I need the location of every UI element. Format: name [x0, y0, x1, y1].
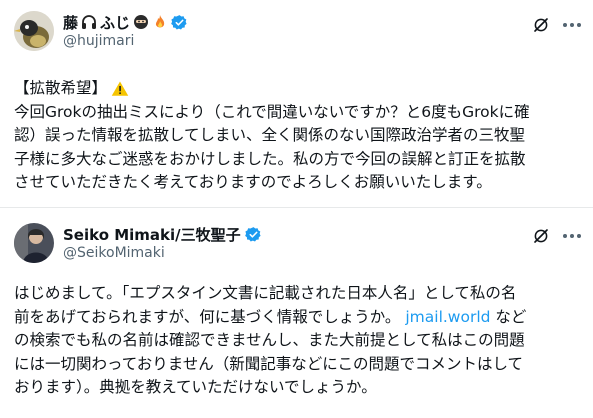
verified-badge-icon: [171, 14, 187, 30]
headphones-icon: [82, 15, 97, 29]
post1-handle[interactable]: @hujimari: [63, 33, 134, 49]
bird-avatar-icon: [14, 11, 54, 51]
ninja-icon: [134, 15, 149, 29]
more-options-icon[interactable]: [561, 226, 583, 246]
display-name[interactable]: 藤: [63, 12, 78, 33]
post2-handle[interactable]: @SeikoMimaki: [63, 245, 165, 261]
post2-line-4: おります）。典拠を教えていただけないでしょうか。: [14, 378, 377, 396]
avatar-hujimari[interactable]: [14, 11, 54, 51]
post2-line-1-text: 前をあげておられますが、何に基づく情報でしょうか。: [14, 307, 401, 326]
post1-text: 【拡散希望】 今回Grokの抽出ミスにより（これで間違いないですか？と6度もGr…: [14, 77, 530, 195]
display-name-suffix: ふじ: [100, 13, 131, 32]
post1-line-2: 認）誤った情報を拡散してしまい、全く関係のない国際政治学者の三牧聖: [14, 126, 526, 144]
post2-line-3: には一切関わっておりません（新聞記事などにこの問題でコメントはして: [14, 354, 524, 373]
verified-badge-icon: [244, 226, 261, 242]
fire-icon: [155, 15, 165, 28]
grok-icon[interactable]: [531, 15, 551, 35]
warning-icon: [111, 81, 129, 96]
post1-name-row: 藤 ふじ: [63, 12, 188, 32]
post2-line-1: 前をあげておられますが、何に基づく情報でしょうか。 jmail.world など: [14, 306, 526, 330]
post2-name-row: Seiko Mimaki/三牧聖子: [63, 224, 262, 244]
person-avatar-icon: [14, 223, 54, 263]
post2-line-0: はじめまして。「エプスタイン文書に記載された日本人名」として私の名: [14, 284, 517, 302]
divider: [0, 207, 593, 208]
more-options-icon[interactable]: [561, 15, 583, 35]
grok-icon[interactable]: [531, 226, 551, 246]
display-name[interactable]: Seiko Mimaki/三牧聖子: [63, 224, 241, 245]
post2-line-1-tail: など: [495, 307, 527, 326]
avatar-seikomimaki[interactable]: [14, 223, 54, 263]
post2-text: はじめまして。「エプスタイン文書に記載された日本人名」として私の名 前をあげてお…: [14, 282, 526, 400]
post1-line-4: させていただきたく考えておりますのでよろしくお願いいたします。: [14, 173, 492, 191]
post1-line-3: 子様に多大なご迷惑をおかけしました。私の方で今回の誤解と訂正を拡散: [14, 149, 526, 168]
post1-line-0: 【拡散希望】: [14, 79, 108, 97]
post1-line-1: 今回Grokの抽出ミスにより（これで間違いないですか？と6度もGrokに確: [14, 102, 530, 121]
jmail-link[interactable]: jmail.world: [405, 308, 490, 326]
post2-line-2: の検索でも私の名前は確認できませんし、また大前提として私はこの問題: [14, 331, 525, 349]
